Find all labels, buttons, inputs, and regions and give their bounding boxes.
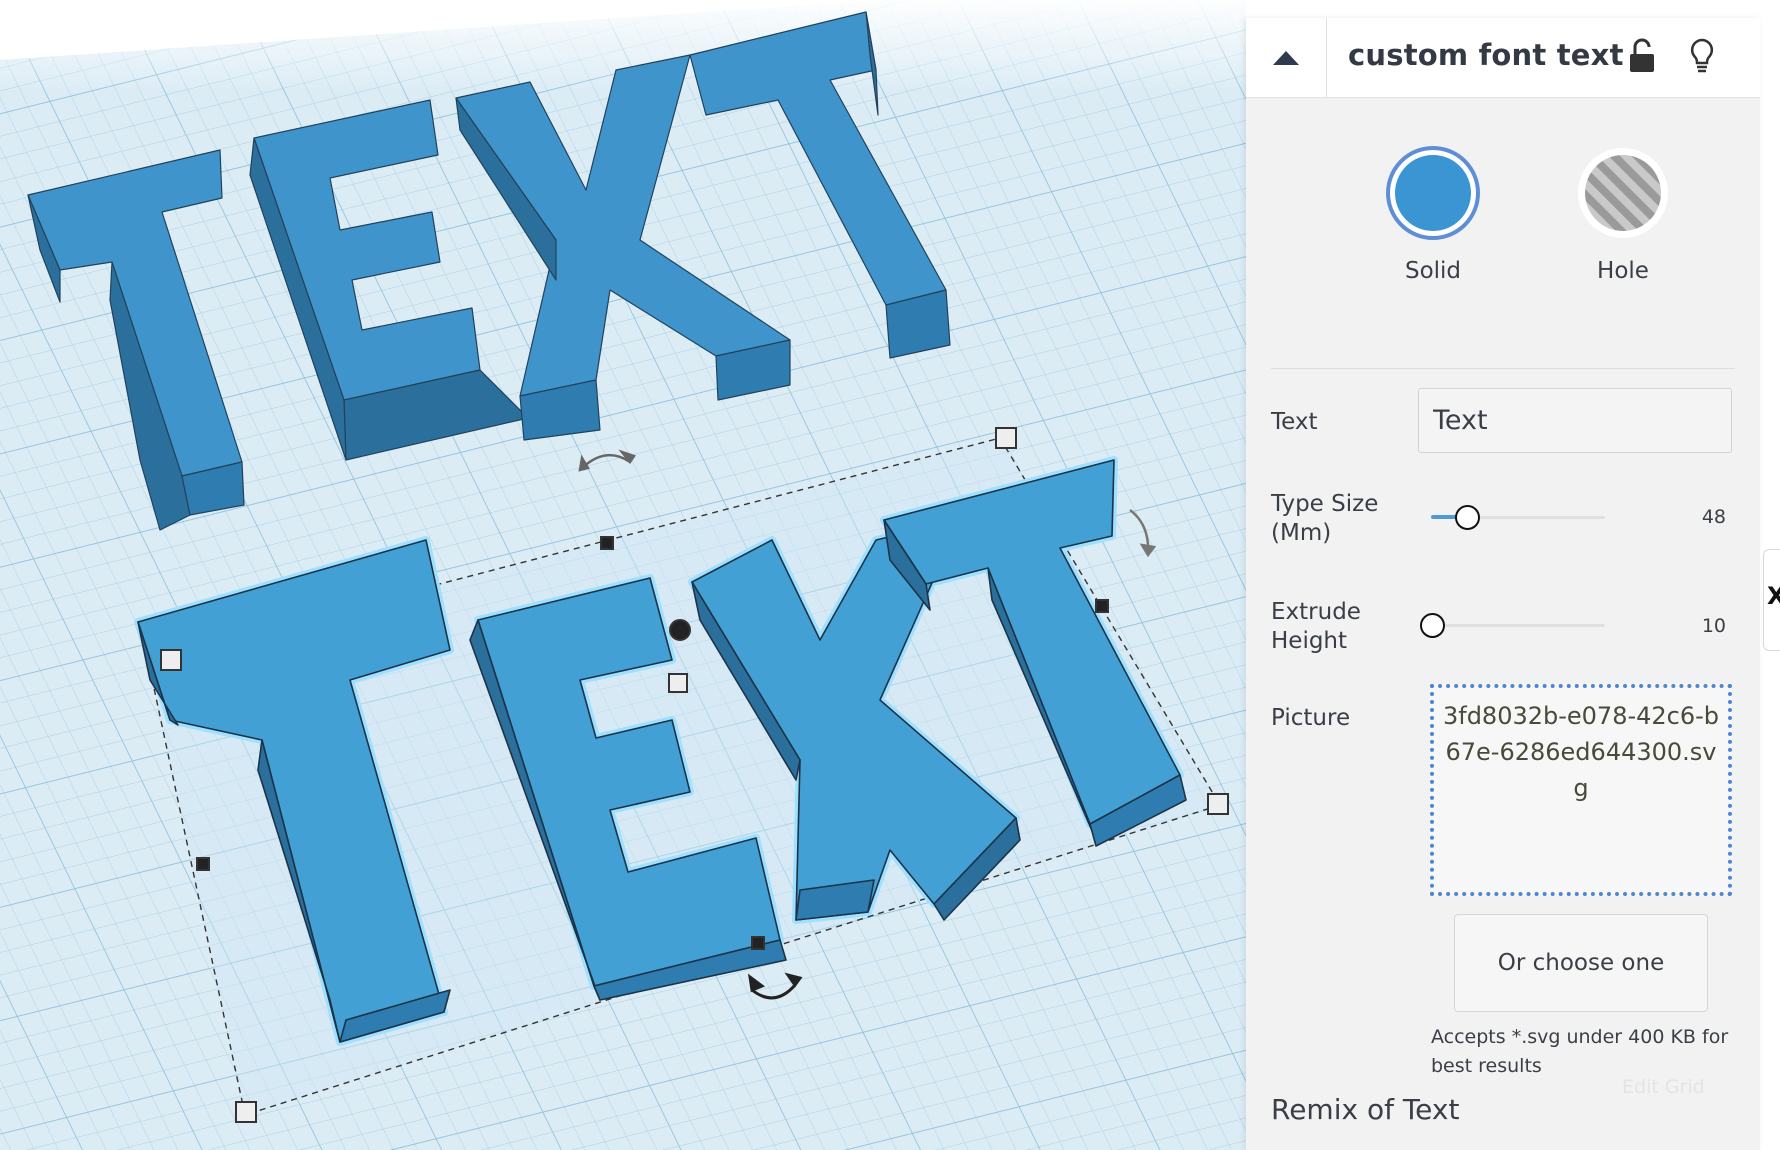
- corner-handle: [235, 1101, 257, 1123]
- type-size-label: Type Size (Mm): [1271, 490, 1378, 548]
- text-input[interactable]: [1418, 388, 1732, 453]
- height-handle: [668, 673, 688, 693]
- edge-handle: [751, 936, 765, 950]
- inspector-header: custom font text: [1246, 18, 1760, 98]
- hole-option[interactable]: Hole: [1568, 144, 1678, 284]
- slider-knob[interactable]: [1455, 505, 1480, 530]
- collapse-button[interactable]: [1246, 18, 1327, 97]
- type-size-slider[interactable]: [1431, 502, 1605, 532]
- side-tab[interactable]: X: [1763, 549, 1780, 651]
- svg-filename: 3fd8032b-e078-42c6-b67e-6286ed644300.svg: [1442, 702, 1720, 802]
- solid-swatch-icon: [1386, 146, 1480, 240]
- type-size-value: 48: [1701, 506, 1726, 528]
- text-label: Text: [1271, 409, 1318, 435]
- edge-handle: [1095, 599, 1109, 613]
- edge-handle: [600, 536, 614, 550]
- svg-drop-zone[interactable]: 3fd8032b-e078-42c6-b67e-6286ed644300.svg: [1430, 684, 1732, 896]
- lock-button[interactable]: [1620, 34, 1664, 78]
- remix-title: Remix of Text: [1271, 1093, 1460, 1126]
- extrude-height-slider[interactable]: [1420, 610, 1605, 640]
- hole-label: Hole: [1597, 258, 1649, 284]
- extrude-height-label-line1: Extrude: [1271, 599, 1361, 625]
- extrude-height-value: 10: [1701, 615, 1726, 637]
- unlock-icon: [1630, 38, 1654, 72]
- collapse-up-icon: [1273, 50, 1299, 65]
- shape-inspector-panel: custom font text Solid Hole Text Text Ty…: [1246, 18, 1760, 1150]
- shape-name[interactable]: custom font text: [1348, 38, 1624, 72]
- extrude-height-label: Extrude Height: [1271, 598, 1361, 656]
- light-button[interactable]: [1680, 34, 1724, 78]
- choose-one-button[interactable]: Or choose one: [1454, 914, 1708, 1012]
- extrude-height-label-line2: Height: [1271, 628, 1348, 654]
- corner-handle: [1207, 793, 1229, 815]
- upload-hint: Accepts *.svg under 400 KB for best resu…: [1431, 1026, 1729, 1077]
- corner-handle: [160, 649, 182, 671]
- corner-handle: [995, 427, 1017, 449]
- slider-knob[interactable]: [1420, 613, 1445, 638]
- edit-grid-link[interactable]: Edit Grid: [1622, 1076, 1705, 1098]
- solid-option[interactable]: Solid: [1378, 144, 1488, 284]
- type-size-label-line1: Type Size: [1271, 491, 1379, 517]
- picture-label: Picture: [1271, 705, 1351, 731]
- divider: [1271, 368, 1735, 369]
- hole-swatch-icon: [1578, 148, 1668, 238]
- side-tab-label: X: [1767, 582, 1780, 610]
- lightbulb-icon: [1690, 38, 1714, 73]
- edge-handle: [196, 857, 210, 871]
- type-size-label-line2: (Mm): [1271, 520, 1332, 546]
- solid-label: Solid: [1404, 258, 1462, 284]
- lift-handle: [669, 619, 691, 641]
- slider-track: [1431, 624, 1605, 627]
